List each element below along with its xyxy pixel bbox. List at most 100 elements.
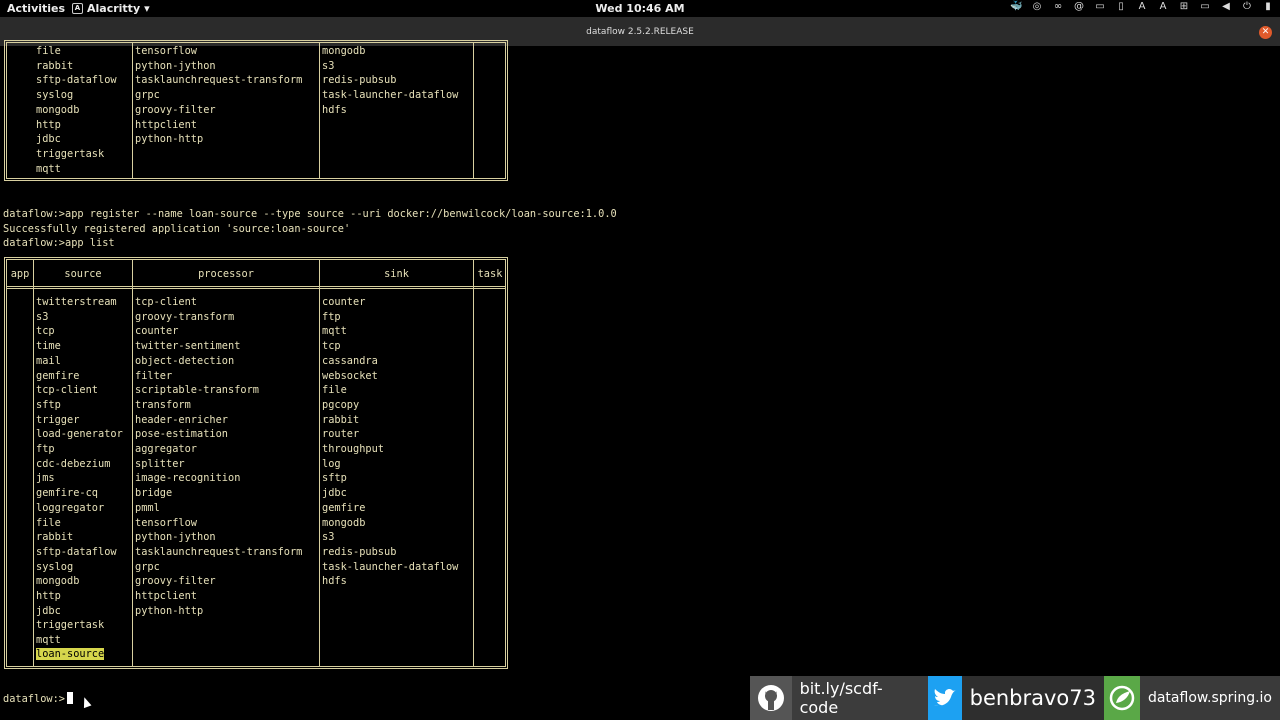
table-cell: redis-pubsub: [322, 545, 397, 558]
display-icon[interactable]: ▭: [1199, 1, 1211, 13]
table-cell: tcp-client: [36, 384, 98, 397]
github-promo[interactable]: bit.ly/scdf-code: [750, 676, 928, 720]
table-cell: transform: [135, 398, 191, 411]
table-cell-highlighted: loan-source: [36, 648, 105, 660]
table-cell: aggregator: [135, 443, 197, 455]
keyboard-alt-icon[interactable]: A: [1157, 1, 1169, 13]
table-cell: counter: [135, 325, 179, 338]
table-cell: pgcopy: [322, 398, 360, 411]
table-cell: mongodb: [36, 575, 80, 588]
table-cell: task-launcher-dataflow: [322, 89, 459, 102]
table-cell: trigger: [36, 413, 80, 426]
table-cell: syslog: [36, 89, 74, 102]
table-cell: httpclient: [135, 590, 197, 602]
top-bar: Activities A Alacritty ▾ Wed 10:46 AM 🐳 …: [0, 0, 1280, 17]
table-cell: mqtt: [322, 325, 347, 338]
twitter-promo[interactable]: benbravo73: [928, 676, 1104, 720]
table-cell: tcp: [36, 325, 55, 338]
table-cell: mail: [36, 354, 61, 367]
docker-icon[interactable]: 🐳: [1010, 1, 1022, 13]
table-cell: ftp: [36, 443, 55, 455]
table-cell: sftp-dataflow: [36, 74, 117, 87]
table-cell: python-http: [135, 133, 204, 146]
table-cell: sftp: [36, 398, 61, 411]
table-cell: sftp: [322, 472, 347, 485]
table-cell: httpclient: [135, 118, 197, 131]
table-cell: header-enricher: [135, 413, 228, 426]
table-cell: splitter: [135, 457, 185, 470]
window-title: dataflow 2.5.2.RELEASE: [586, 27, 694, 37]
table-cell: tensorflow: [135, 516, 197, 529]
table-cell: bridge: [135, 487, 173, 500]
table-cell: jdbc: [322, 487, 347, 500]
terminal[interactable]: file tensorflow mongodb rabbit python-jython…: [0, 40, 1280, 720]
table-cell: rabbit: [36, 59, 74, 72]
table-cell: gemfire: [322, 501, 366, 514]
table-cell: groovy-filter: [135, 575, 216, 588]
table-cell: gemfire-cq: [36, 487, 98, 500]
system-tray: 🐳 ◎ ∞ @ ▭ ▯ A A ⊞ ▭ ◀ ⏻ ▮: [1010, 1, 1274, 13]
table-cell: twitter-sentiment: [135, 340, 241, 353]
table-cell: syslog: [36, 560, 74, 573]
table-cell: tensorflow: [135, 45, 197, 57]
power-icon[interactable]: ⏻: [1241, 1, 1253, 13]
table-cell: jdbc: [36, 604, 61, 617]
table-cell: jdbc: [36, 133, 61, 146]
keyboard-icon[interactable]: A: [1136, 1, 1148, 13]
previous-app-table: file tensorflow mongodb rabbit python-jython…: [4, 40, 508, 181]
table-cell: load-generator: [36, 428, 123, 441]
grid-icon[interactable]: ⊞: [1178, 1, 1190, 13]
table-cell: mqtt: [36, 162, 61, 175]
table-cell: tcp-client: [135, 296, 197, 308]
screen-icon[interactable]: ▭: [1094, 1, 1106, 13]
table-cell: grpc: [135, 560, 160, 573]
vpn-icon[interactable]: ∞: [1052, 1, 1064, 13]
table-cell: rabbit: [322, 413, 360, 426]
spring-promo[interactable]: dataflow.spring.io: [1104, 676, 1280, 720]
table-cell: triggertask: [36, 619, 105, 632]
app-list-table: app source processor sink task loan-sour…: [4, 257, 508, 669]
table-cell: file: [36, 516, 61, 529]
table-cell: grpc: [135, 89, 160, 102]
table-cell: pose-estimation: [135, 428, 228, 441]
table-cell: s3: [322, 59, 335, 72]
table-cell: mongodb: [322, 45, 366, 57]
table-cell: python-jython: [135, 531, 216, 544]
promo-banner: bit.ly/scdf-code benbravo73 dataflow.spr…: [750, 676, 1280, 720]
table-cell: tcp: [322, 340, 341, 353]
table-cell: twitterstream: [36, 296, 117, 308]
table-header-task: task: [477, 268, 503, 280]
table-cell: file: [36, 45, 61, 57]
spring-icon: [1104, 676, 1140, 720]
github-link-text: bit.ly/scdf-code: [799, 679, 883, 717]
table-cell: ftp: [322, 310, 341, 323]
twitter-icon: [928, 676, 962, 720]
table-cell: filter: [135, 369, 173, 382]
prompt-line[interactable]: dataflow:>: [3, 692, 73, 705]
table-cell: hdfs: [322, 103, 347, 116]
table-cell: sftp-dataflow: [36, 545, 117, 558]
close-icon[interactable]: ✕: [1259, 26, 1272, 39]
table-cell: time: [36, 340, 61, 353]
table-cell: mqtt: [36, 634, 61, 647]
table-header-source: source: [64, 268, 102, 280]
table-cell: hdfs: [322, 575, 347, 588]
table-cell: websocket: [322, 369, 378, 382]
clipboard-icon[interactable]: ▯: [1115, 1, 1127, 13]
table-cell: pmml: [135, 501, 160, 514]
at-icon[interactable]: @: [1073, 1, 1085, 13]
table-cell: router: [322, 428, 360, 441]
table-cell: mongodb: [322, 516, 366, 529]
volume-icon[interactable]: ◀: [1220, 1, 1232, 13]
table-cell: cassandra: [322, 354, 378, 367]
table-cell: groovy-transform: [135, 310, 235, 323]
battery-icon[interactable]: ▮: [1262, 1, 1274, 13]
table-cell: jms: [36, 472, 55, 485]
table-cell: mongodb: [36, 103, 80, 116]
table-cell: rabbit: [36, 531, 74, 544]
command-line-app-list: dataflow:>app list: [3, 237, 115, 249]
table-cell: log: [322, 457, 341, 470]
chrome-icon[interactable]: ◎: [1031, 1, 1043, 13]
table-cell: scriptable-transform: [135, 384, 259, 397]
text-cursor: [67, 692, 73, 704]
